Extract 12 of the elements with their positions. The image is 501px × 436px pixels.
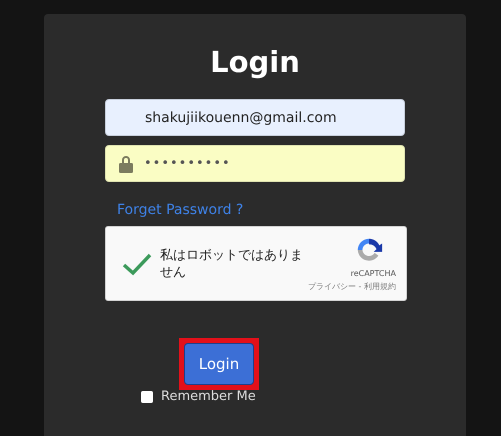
- lock-icon: [118, 154, 134, 172]
- remember-checkbox[interactable]: [141, 390, 153, 402]
- captcha-checkbox[interactable]: [122, 252, 152, 276]
- recaptcha-brand: reCAPTCHA: [350, 269, 396, 278]
- password-field[interactable]: ••••••••••: [105, 145, 405, 182]
- login-button[interactable]: Login: [184, 343, 254, 385]
- captcha-label: 私はロボットではありません: [160, 246, 304, 280]
- privacy-terms-links[interactable]: プライバシー - 利用規約: [308, 281, 396, 292]
- email-field[interactable]: shakujiikouenn@gmail.com: [105, 99, 405, 136]
- remember-me-label: Remember Me: [161, 389, 256, 404]
- forgot-password-link[interactable]: Forget Password ?: [117, 202, 244, 218]
- login-title: Login: [209, 44, 301, 80]
